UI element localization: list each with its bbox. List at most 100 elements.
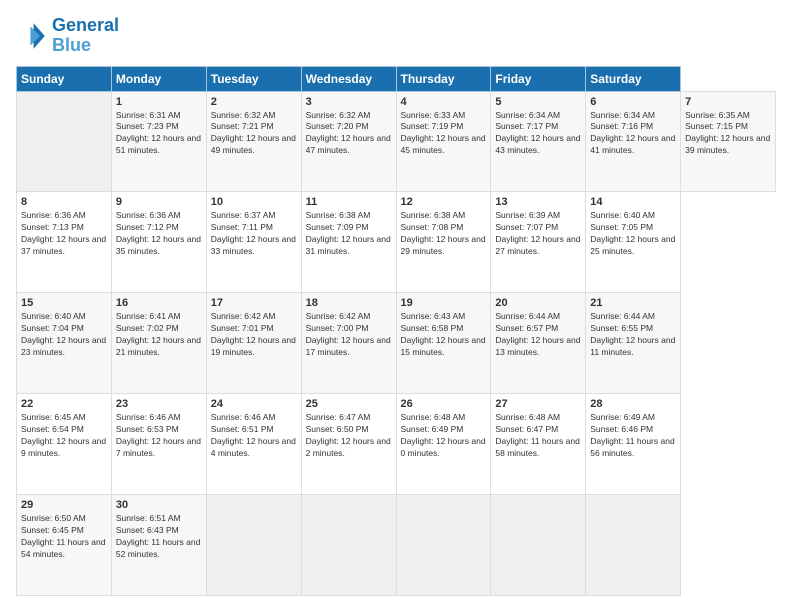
day-number: 29 bbox=[21, 499, 107, 511]
calendar: SundayMondayTuesdayWednesdayThursdayFrid… bbox=[16, 66, 776, 596]
day-number: 8 bbox=[21, 196, 107, 208]
calendar-cell: 17 Sunrise: 6:42 AMSunset: 7:01 PMDayligh… bbox=[206, 293, 301, 394]
calendar-cell: 1 Sunrise: 6:31 AMSunset: 7:23 PMDaylight… bbox=[111, 91, 206, 192]
day-number: 15 bbox=[21, 297, 107, 309]
cell-text: Sunrise: 6:36 AMSunset: 7:13 PMDaylight:… bbox=[21, 210, 107, 258]
cell-text: Sunrise: 6:42 AMSunset: 7:00 PMDaylight:… bbox=[306, 311, 392, 359]
day-number: 18 bbox=[306, 297, 392, 309]
day-header: Sunday bbox=[17, 66, 112, 91]
day-number: 12 bbox=[401, 196, 487, 208]
day-number: 19 bbox=[401, 297, 487, 309]
day-header: Thursday bbox=[396, 66, 491, 91]
calendar-cell: 6Sunrise: 6:34 AMSunset: 7:16 PMDaylight… bbox=[586, 91, 681, 192]
calendar-cell: 16 Sunrise: 6:41 AMSunset: 7:02 PMDayligh… bbox=[111, 293, 206, 394]
day-number: 11 bbox=[306, 196, 392, 208]
header: General Blue bbox=[16, 16, 776, 56]
calendar-cell: 11 Sunrise: 6:38 AMSunset: 7:09 PMDayligh… bbox=[301, 192, 396, 293]
day-header: Saturday bbox=[586, 66, 681, 91]
calendar-cell: 2 Sunrise: 6:32 AMSunset: 7:21 PMDaylight… bbox=[206, 91, 301, 192]
cell-text: Sunrise: 6:44 AMSunset: 6:55 PMDaylight:… bbox=[590, 311, 676, 359]
cell-text: Sunrise: 6:37 AMSunset: 7:11 PMDaylight:… bbox=[211, 210, 297, 258]
calendar-cell: 27Sunrise: 6:48 AMSunset: 6:47 PMDayligh… bbox=[491, 394, 586, 495]
cell-text: Sunrise: 6:46 AMSunset: 6:53 PMDaylight:… bbox=[116, 412, 202, 460]
calendar-cell: 20 Sunrise: 6:44 AMSunset: 6:57 PMDayligh… bbox=[491, 293, 586, 394]
day-number: 17 bbox=[211, 297, 297, 309]
cell-text: Sunrise: 6:38 AMSunset: 7:09 PMDaylight:… bbox=[306, 210, 392, 258]
cell-text: Sunrise: 6:32 AMSunset: 7:21 PMDaylight:… bbox=[211, 110, 297, 158]
cell-text: Sunrise: 6:34 AMSunset: 7:17 PMDaylight:… bbox=[495, 110, 581, 158]
calendar-cell bbox=[206, 495, 301, 596]
day-number: 5 bbox=[495, 96, 581, 108]
cell-text: Sunrise: 6:45 AMSunset: 6:54 PMDaylight:… bbox=[21, 412, 107, 460]
calendar-cell: 7Sunrise: 6:35 AMSunset: 7:15 PMDaylight… bbox=[681, 91, 776, 192]
cell-text: Sunrise: 6:31 AMSunset: 7:23 PMDaylight:… bbox=[116, 110, 202, 158]
calendar-cell bbox=[491, 495, 586, 596]
calendar-week: 1 Sunrise: 6:31 AMSunset: 7:23 PMDaylight… bbox=[17, 91, 776, 192]
calendar-cell bbox=[586, 495, 681, 596]
empty-cell bbox=[17, 91, 112, 192]
calendar-week: 8 Sunrise: 6:36 AMSunset: 7:13 PMDaylight… bbox=[17, 192, 776, 293]
calendar-cell bbox=[396, 495, 491, 596]
calendar-cell: 19 Sunrise: 6:43 AMSunset: 6:58 PMDayligh… bbox=[396, 293, 491, 394]
cell-text: Sunrise: 6:43 AMSunset: 6:58 PMDaylight:… bbox=[401, 311, 487, 359]
header-row: SundayMondayTuesdayWednesdayThursdayFrid… bbox=[17, 66, 776, 91]
day-header: Monday bbox=[111, 66, 206, 91]
calendar-week: 22 Sunrise: 6:45 AMSunset: 6:54 PMDayligh… bbox=[17, 394, 776, 495]
day-number: 7 bbox=[685, 96, 771, 108]
calendar-cell: 3 Sunrise: 6:32 AMSunset: 7:20 PMDaylight… bbox=[301, 91, 396, 192]
cell-text: Sunrise: 6:32 AMSunset: 7:20 PMDaylight:… bbox=[306, 110, 392, 158]
day-number: 21 bbox=[590, 297, 676, 309]
calendar-cell: 5 Sunrise: 6:34 AMSunset: 7:17 PMDaylight… bbox=[491, 91, 586, 192]
cell-text: Sunrise: 6:40 AMSunset: 7:05 PMDaylight:… bbox=[590, 210, 676, 258]
calendar-body: 1 Sunrise: 6:31 AMSunset: 7:23 PMDaylight… bbox=[17, 91, 776, 595]
calendar-cell: 8 Sunrise: 6:36 AMSunset: 7:13 PMDaylight… bbox=[17, 192, 112, 293]
cell-text: Sunrise: 6:48 AMSunset: 6:49 PMDaylight:… bbox=[401, 412, 487, 460]
calendar-cell: 24Sunrise: 6:46 AMSunset: 6:51 PMDayligh… bbox=[206, 394, 301, 495]
calendar-cell: 12Sunrise: 6:38 AMSunset: 7:08 PMDayligh… bbox=[396, 192, 491, 293]
calendar-cell: 13Sunrise: 6:39 AMSunset: 7:07 PMDayligh… bbox=[491, 192, 586, 293]
cell-text: Sunrise: 6:41 AMSunset: 7:02 PMDaylight:… bbox=[116, 311, 202, 359]
cell-text: Sunrise: 6:39 AMSunset: 7:07 PMDaylight:… bbox=[495, 210, 581, 258]
calendar-cell: 28Sunrise: 6:49 AMSunset: 6:46 PMDayligh… bbox=[586, 394, 681, 495]
day-number: 24 bbox=[211, 398, 297, 410]
calendar-cell: 18 Sunrise: 6:42 AMSunset: 7:00 PMDayligh… bbox=[301, 293, 396, 394]
day-number: 14 bbox=[590, 196, 676, 208]
calendar-cell: 4Sunrise: 6:33 AMSunset: 7:19 PMDaylight… bbox=[396, 91, 491, 192]
day-number: 28 bbox=[590, 398, 676, 410]
day-number: 2 bbox=[211, 96, 297, 108]
cell-text: Sunrise: 6:40 AMSunset: 7:04 PMDaylight:… bbox=[21, 311, 107, 359]
day-number: 16 bbox=[116, 297, 202, 309]
calendar-cell: 22 Sunrise: 6:45 AMSunset: 6:54 PMDayligh… bbox=[17, 394, 112, 495]
calendar-cell: 26 Sunrise: 6:48 AMSunset: 6:49 PMDayligh… bbox=[396, 394, 491, 495]
calendar-cell: 29 Sunrise: 6:50 AMSunset: 6:45 PMDayligh… bbox=[17, 495, 112, 596]
calendar-week: 15 Sunrise: 6:40 AMSunset: 7:04 PMDayligh… bbox=[17, 293, 776, 394]
day-number: 25 bbox=[306, 398, 392, 410]
calendar-cell: 21 Sunrise: 6:44 AMSunset: 6:55 PMDayligh… bbox=[586, 293, 681, 394]
logo-icon bbox=[16, 20, 48, 52]
logo: General Blue bbox=[16, 16, 119, 56]
cell-text: Sunrise: 6:36 AMSunset: 7:12 PMDaylight:… bbox=[116, 210, 202, 258]
day-number: 4 bbox=[401, 96, 487, 108]
calendar-cell: 30Sunrise: 6:51 AMSunset: 6:43 PMDayligh… bbox=[111, 495, 206, 596]
cell-text: Sunrise: 6:42 AMSunset: 7:01 PMDaylight:… bbox=[211, 311, 297, 359]
day-number: 26 bbox=[401, 398, 487, 410]
page: General Blue SundayMondayTuesdayWednesda… bbox=[0, 0, 792, 612]
cell-text: Sunrise: 6:47 AMSunset: 6:50 PMDaylight:… bbox=[306, 412, 392, 460]
cell-text: Sunrise: 6:44 AMSunset: 6:57 PMDaylight:… bbox=[495, 311, 581, 359]
day-number: 30 bbox=[116, 499, 202, 511]
day-number: 22 bbox=[21, 398, 107, 410]
day-number: 20 bbox=[495, 297, 581, 309]
calendar-week: 29 Sunrise: 6:50 AMSunset: 6:45 PMDayligh… bbox=[17, 495, 776, 596]
day-number: 3 bbox=[306, 96, 392, 108]
day-header: Wednesday bbox=[301, 66, 396, 91]
cell-text: Sunrise: 6:48 AMSunset: 6:47 PMDaylight:… bbox=[495, 412, 581, 460]
day-number: 23 bbox=[116, 398, 202, 410]
cell-text: Sunrise: 6:50 AMSunset: 6:45 PMDaylight:… bbox=[21, 513, 107, 561]
calendar-cell: 10 Sunrise: 6:37 AMSunset: 7:11 PMDayligh… bbox=[206, 192, 301, 293]
calendar-cell: 23 Sunrise: 6:46 AMSunset: 6:53 PMDayligh… bbox=[111, 394, 206, 495]
logo-text: General Blue bbox=[52, 16, 119, 56]
day-number: 9 bbox=[116, 196, 202, 208]
day-number: 10 bbox=[211, 196, 297, 208]
day-number: 1 bbox=[116, 96, 202, 108]
calendar-cell: 14 Sunrise: 6:40 AMSunset: 7:05 PMDayligh… bbox=[586, 192, 681, 293]
